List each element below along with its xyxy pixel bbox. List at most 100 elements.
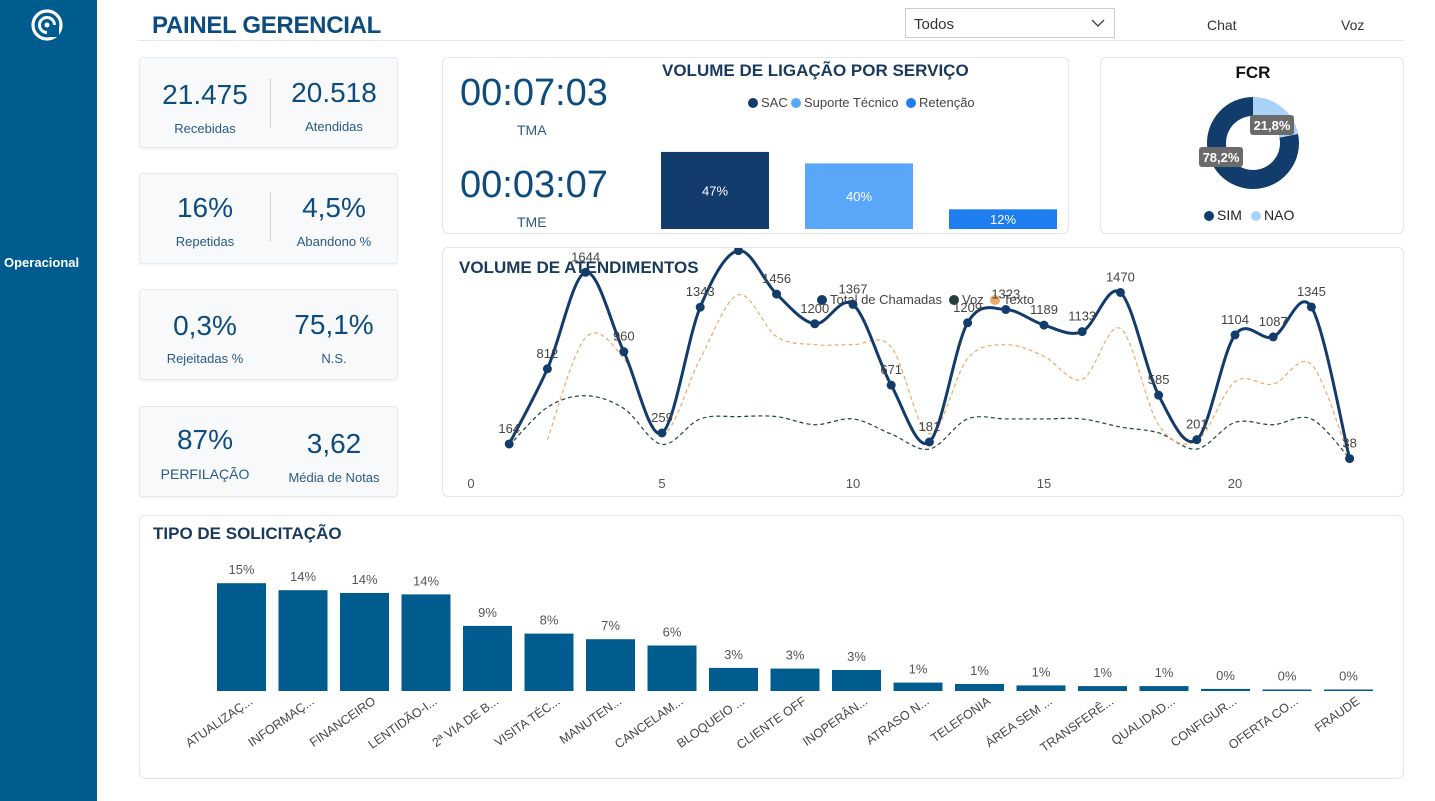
data-point[interactable] bbox=[1230, 330, 1240, 340]
data-point[interactable] bbox=[581, 267, 591, 277]
data-point[interactable] bbox=[1115, 287, 1125, 297]
legend-label: SIM bbox=[1217, 207, 1242, 223]
bar[interactable] bbox=[217, 583, 266, 691]
bar-data-label: 14% bbox=[413, 573, 439, 588]
servico-panel: 00:07:03 TMA 00:03:07 TME VOLUME DE LIGA… bbox=[442, 57, 1069, 234]
x-tick-label: 5 bbox=[658, 476, 665, 491]
bar-data-label: 8% bbox=[540, 613, 559, 628]
point-data-label: 960 bbox=[613, 329, 635, 344]
data-point[interactable] bbox=[542, 364, 552, 374]
bar[interactable] bbox=[1201, 688, 1250, 691]
kpi-repetidas-label: Repetidas bbox=[175, 234, 235, 249]
bar-data-label: 3% bbox=[786, 648, 805, 663]
data-point[interactable] bbox=[1345, 454, 1355, 464]
kpi-media-notas-label: Média de Notas bbox=[288, 470, 380, 485]
bar[interactable] bbox=[647, 645, 697, 692]
chevron-down-icon[interactable] bbox=[1090, 15, 1106, 31]
solicitacao-panel: TIPO DE SOLICITAÇÃO 15% ATUALIZAÇ... 14% IN… bbox=[139, 515, 1404, 779]
data-point[interactable] bbox=[504, 439, 514, 449]
legend-item-sim[interactable]: SIM bbox=[1204, 207, 1242, 223]
donut-data-label: 78,2% bbox=[1203, 150, 1240, 165]
point-data-label: 1104 bbox=[1221, 312, 1249, 327]
point-data-label: 201 bbox=[1186, 417, 1208, 432]
bar[interactable] bbox=[832, 670, 881, 691]
nav-item-operacional[interactable]: Operacional bbox=[0, 255, 97, 270]
data-point[interactable] bbox=[1268, 332, 1278, 342]
category-label: 2ª VIA DE B... bbox=[430, 694, 502, 750]
tab-voz[interactable]: Voz bbox=[1341, 17, 1364, 33]
kpi-ns-value: 75,1% bbox=[294, 309, 374, 340]
kpi-card-volume: 21.475 Recebidas 20.518 Atendidas bbox=[139, 57, 398, 148]
bar[interactable] bbox=[524, 633, 574, 691]
point-data-label: 1470 bbox=[1106, 269, 1135, 284]
bar[interactable] bbox=[1078, 686, 1127, 691]
category-label: ATRASO N... bbox=[864, 694, 932, 748]
bar[interactable] bbox=[401, 594, 451, 691]
kpi-repetidas-value: 16% bbox=[176, 192, 234, 223]
kpi-abandono-value: 4,5% bbox=[302, 192, 366, 223]
bar-data-label: 3% bbox=[847, 649, 866, 664]
data-point[interactable] bbox=[810, 319, 820, 329]
legend-item-nao[interactable]: NAO bbox=[1251, 207, 1294, 223]
bar[interactable] bbox=[1324, 689, 1373, 692]
kpi-atendidas-label: Atendidas bbox=[305, 119, 363, 134]
filter-dropdown[interactable]: Todos bbox=[905, 8, 1115, 38]
point-data-label: 1133 bbox=[1068, 309, 1096, 324]
sidebar: Operacional bbox=[0, 0, 97, 801]
category-label: VISITA TÉC... bbox=[491, 693, 562, 749]
data-point[interactable] bbox=[848, 299, 858, 309]
bar[interactable] bbox=[340, 593, 389, 691]
data-point[interactable] bbox=[619, 347, 629, 357]
point-data-label: 259 bbox=[651, 410, 673, 425]
data-point[interactable] bbox=[924, 437, 934, 447]
category-label: FRAUDE bbox=[1312, 694, 1362, 735]
bar-data-label: 3% bbox=[724, 647, 743, 662]
data-point[interactable] bbox=[657, 428, 667, 438]
bar-data-label: 15% bbox=[228, 562, 254, 577]
kpi-abandono-label: Abandono % bbox=[296, 234, 372, 249]
data-point[interactable] bbox=[695, 302, 705, 312]
fcr-panel: FCR 78,2% 21,8% SIM NAO bbox=[1100, 57, 1404, 234]
x-tick-label: 0 bbox=[467, 476, 474, 491]
point-data-label: 1345 bbox=[1297, 284, 1326, 299]
tab-chat[interactable]: Chat bbox=[1207, 17, 1237, 33]
point-data-label: 1343 bbox=[686, 284, 715, 299]
bar[interactable] bbox=[955, 684, 1004, 691]
bar[interactable] bbox=[770, 668, 820, 691]
kpi-rejeitadas-value: 0,3% bbox=[173, 310, 237, 341]
data-point[interactable] bbox=[733, 248, 743, 256]
bar[interactable] bbox=[1139, 686, 1189, 691]
bar[interactable] bbox=[1262, 689, 1312, 692]
servico-bar-chart: 47% 40% 12% bbox=[661, 151, 1057, 229]
data-point[interactable] bbox=[1154, 390, 1164, 400]
data-point[interactable] bbox=[1077, 327, 1087, 337]
bar[interactable] bbox=[893, 682, 943, 691]
bar[interactable] bbox=[278, 590, 328, 691]
data-point[interactable] bbox=[1306, 302, 1316, 312]
bar-data-label: 12% bbox=[990, 212, 1016, 227]
data-point[interactable] bbox=[963, 318, 973, 328]
kpi-recebidas-label: Recebidas bbox=[174, 121, 236, 136]
data-point[interactable] bbox=[772, 289, 782, 299]
data-point[interactable] bbox=[1001, 305, 1011, 315]
point-data-label: 181 bbox=[919, 419, 941, 434]
bar[interactable] bbox=[1016, 685, 1066, 691]
header-divider bbox=[138, 40, 1404, 41]
bar-data-label: 7% bbox=[601, 618, 620, 633]
kpi-card-qualidade: 0,3% Rejeitadas % 75,1% N.S. bbox=[139, 289, 398, 380]
atendimentos-panel: VOLUME DE ATENDIMENTOS Total de Chamadas… bbox=[442, 247, 1404, 497]
kpi-recebidas-value: 21.475 bbox=[162, 79, 248, 110]
data-point[interactable] bbox=[1192, 435, 1202, 445]
data-point[interactable] bbox=[1039, 320, 1049, 330]
bar[interactable] bbox=[586, 639, 635, 691]
bar-data-label: 6% bbox=[663, 625, 682, 640]
page-title: PAINEL GERENCIAL bbox=[152, 12, 382, 39]
bar-data-label: 0% bbox=[1339, 669, 1358, 684]
bar-data-label: 0% bbox=[1278, 669, 1297, 684]
bar[interactable] bbox=[709, 667, 758, 691]
solicitacao-bar-chart: 15%ATUALIZAÇ...14%INFORMAÇ...14%FINANCEI… bbox=[183, 562, 1373, 755]
kpi-ns-label: N.S. bbox=[321, 351, 347, 366]
bar[interactable] bbox=[463, 625, 512, 691]
data-point[interactable] bbox=[886, 380, 896, 390]
logo-icon[interactable] bbox=[30, 8, 64, 42]
